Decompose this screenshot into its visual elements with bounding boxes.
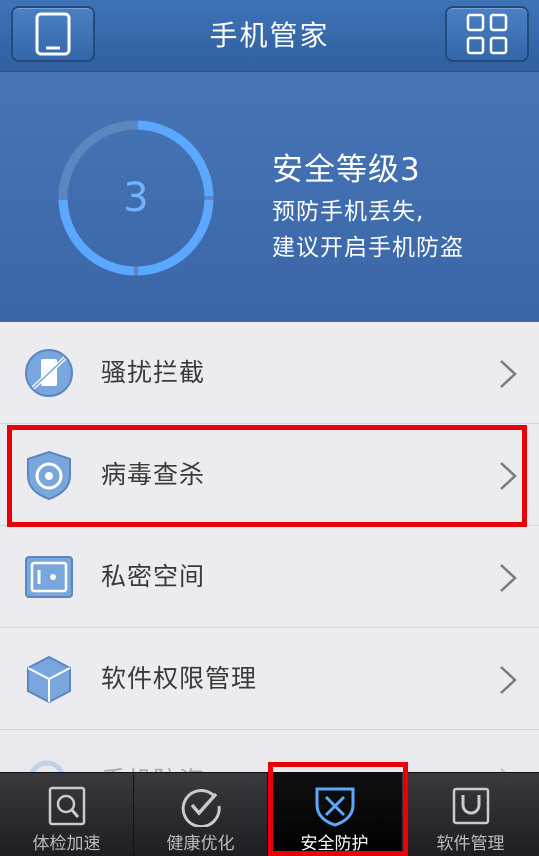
list-item-anti-theft[interactable]: 手机防盗 xyxy=(0,730,539,772)
search-icon xyxy=(29,760,65,772)
top-bar: 手机管家 xyxy=(0,0,539,72)
grid-menu-button[interactable] xyxy=(445,6,529,62)
bottom-tab-bar: 体检加速 健康优化 安全防护 软件管理 xyxy=(0,772,539,856)
shield-target-icon xyxy=(27,450,71,500)
check-circle-icon xyxy=(181,789,221,827)
tab-checkup[interactable]: 体检加速 xyxy=(0,773,134,856)
list-item-label: 手机防盗 xyxy=(101,730,205,772)
bag-icon xyxy=(452,787,489,825)
feature-list: 骚扰拦截 病毒查杀 私密空间 软件权限管理 xyxy=(0,322,539,772)
security-score: 3 xyxy=(123,175,149,221)
list-item-label: 骚扰拦截 xyxy=(101,358,206,387)
tab-optimize[interactable]: 健康优化 xyxy=(134,773,268,856)
safe-icon xyxy=(25,556,73,598)
security-level-title: 安全等级3 xyxy=(272,152,421,188)
tab-software[interactable]: 软件管理 xyxy=(402,773,539,856)
security-advice-line2: 建议开启手机防盗 xyxy=(272,235,464,261)
list-item-label: 私密空间 xyxy=(101,562,206,591)
tab-label: 软件管理 xyxy=(436,834,505,854)
security-hero: 3 安全等级3 预防手机丢失, 建议开启手机防盗 xyxy=(0,72,539,322)
list-item-private-space[interactable]: 私密空间 xyxy=(0,526,539,628)
tab-security[interactable]: 安全防护 xyxy=(268,773,402,856)
list-item-label: 病毒查杀 xyxy=(101,460,206,489)
chevron-right-icon xyxy=(500,360,517,388)
phone-block-icon xyxy=(25,349,73,397)
list-item-label: 软件权限管理 xyxy=(101,664,258,693)
list-item-virus-scan[interactable]: 病毒查杀 xyxy=(0,424,539,526)
chevron-right-icon xyxy=(500,462,517,490)
tab-label: 安全防护 xyxy=(300,834,369,854)
security-advice-line1: 预防手机丢失, xyxy=(272,199,425,225)
magnifier-icon xyxy=(48,786,85,826)
chevron-right-icon xyxy=(500,666,517,694)
list-item-harassment-block[interactable]: 骚扰拦截 xyxy=(0,322,539,424)
tab-label: 体检加速 xyxy=(32,834,101,854)
list-item-app-permissions[interactable]: 软件权限管理 xyxy=(0,628,539,730)
shield-icon xyxy=(315,787,354,827)
cube-icon xyxy=(27,655,71,704)
chevron-right-icon xyxy=(500,564,517,592)
tab-label: 健康优化 xyxy=(166,834,235,854)
grid-menu-icon xyxy=(466,13,508,55)
